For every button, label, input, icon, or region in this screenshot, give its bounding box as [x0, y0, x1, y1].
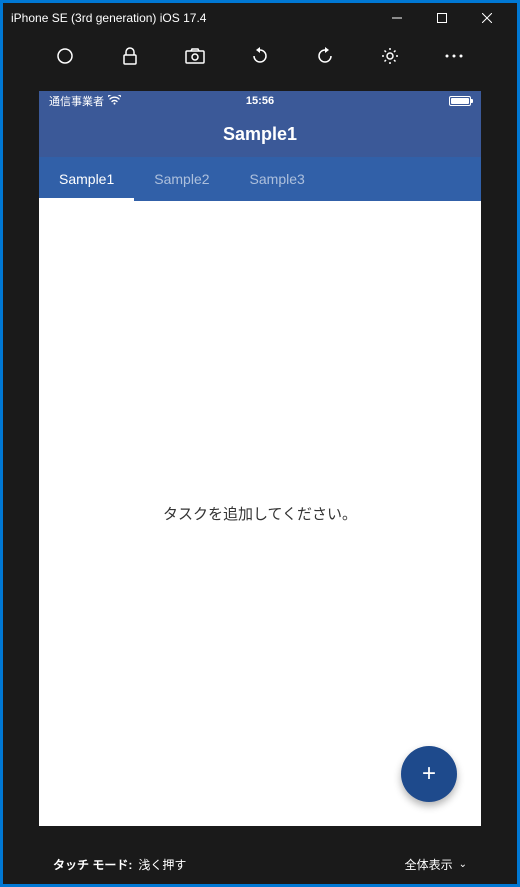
settings-button[interactable]	[376, 42, 404, 70]
chevron-down-icon: ⌄	[459, 859, 467, 870]
more-icon	[445, 54, 463, 58]
minimize-icon	[392, 13, 402, 23]
more-button[interactable]	[440, 42, 468, 70]
bottom-bar: タッチ モード: 浅く押す 全体表示 ⌄	[3, 844, 517, 884]
maximize-icon	[437, 13, 447, 23]
titlebar: iPhone SE (3rd generation) iOS 17.4	[3, 3, 517, 33]
lock-button[interactable]	[116, 42, 144, 70]
rotate-right-icon	[316, 47, 334, 65]
maximize-button[interactable]	[419, 3, 464, 33]
rotate-left-button[interactable]	[246, 42, 274, 70]
add-task-button[interactable]: +	[401, 746, 457, 802]
tab-bar: Sample1 Sample2 Sample3	[39, 157, 481, 201]
tab-sample1[interactable]: Sample1	[39, 157, 134, 201]
titlebar-controls	[374, 3, 509, 33]
battery-fill	[451, 98, 469, 104]
rotate-right-button[interactable]	[311, 42, 339, 70]
close-icon	[482, 13, 492, 23]
rotate-left-icon	[251, 47, 269, 65]
home-button[interactable]	[51, 42, 79, 70]
content-area: タスクを追加してください。 +	[39, 201, 481, 826]
touch-mode-value[interactable]: 浅く押す	[138, 856, 186, 873]
plus-icon: +	[422, 760, 436, 788]
status-time: 15:56	[246, 95, 274, 107]
tab-sample2[interactable]: Sample2	[134, 157, 229, 201]
device-screen: 通信事業者 15:56 Sample1	[39, 91, 481, 826]
display-mode-dropdown[interactable]: 全体表示 ⌄	[405, 856, 467, 873]
simulator-toolbar	[3, 33, 517, 79]
close-button[interactable]	[464, 3, 509, 33]
wifi-icon	[108, 95, 121, 108]
tab-sample3[interactable]: Sample3	[230, 157, 325, 201]
tab-label: Sample2	[154, 171, 209, 187]
circle-icon	[56, 47, 74, 65]
empty-state-message: タスクを追加してください。	[163, 503, 357, 524]
window-frame: iPhone SE (3rd generation) iOS 17.4	[3, 3, 517, 884]
display-mode-label: 全体表示	[405, 856, 453, 873]
tab-label: Sample1	[59, 171, 114, 187]
gear-icon	[381, 47, 399, 65]
touch-mode-section: タッチ モード: 浅く押す	[53, 856, 405, 873]
screenshot-button[interactable]	[181, 42, 209, 70]
status-right	[449, 96, 471, 106]
status-bar: 通信事業者 15:56	[39, 91, 481, 111]
carrier-label: 通信事業者	[49, 93, 104, 109]
battery-icon	[449, 96, 471, 106]
window-title: iPhone SE (3rd generation) iOS 17.4	[11, 11, 374, 25]
window-outer-frame: iPhone SE (3rd generation) iOS 17.4	[0, 0, 520, 887]
lock-icon	[122, 47, 138, 65]
minimize-button[interactable]	[374, 3, 419, 33]
camera-icon	[185, 48, 205, 64]
navigation-bar: Sample1	[39, 111, 481, 157]
touch-mode-label: タッチ モード:	[53, 856, 132, 873]
page-title: Sample1	[223, 124, 297, 145]
tab-label: Sample3	[250, 171, 305, 187]
